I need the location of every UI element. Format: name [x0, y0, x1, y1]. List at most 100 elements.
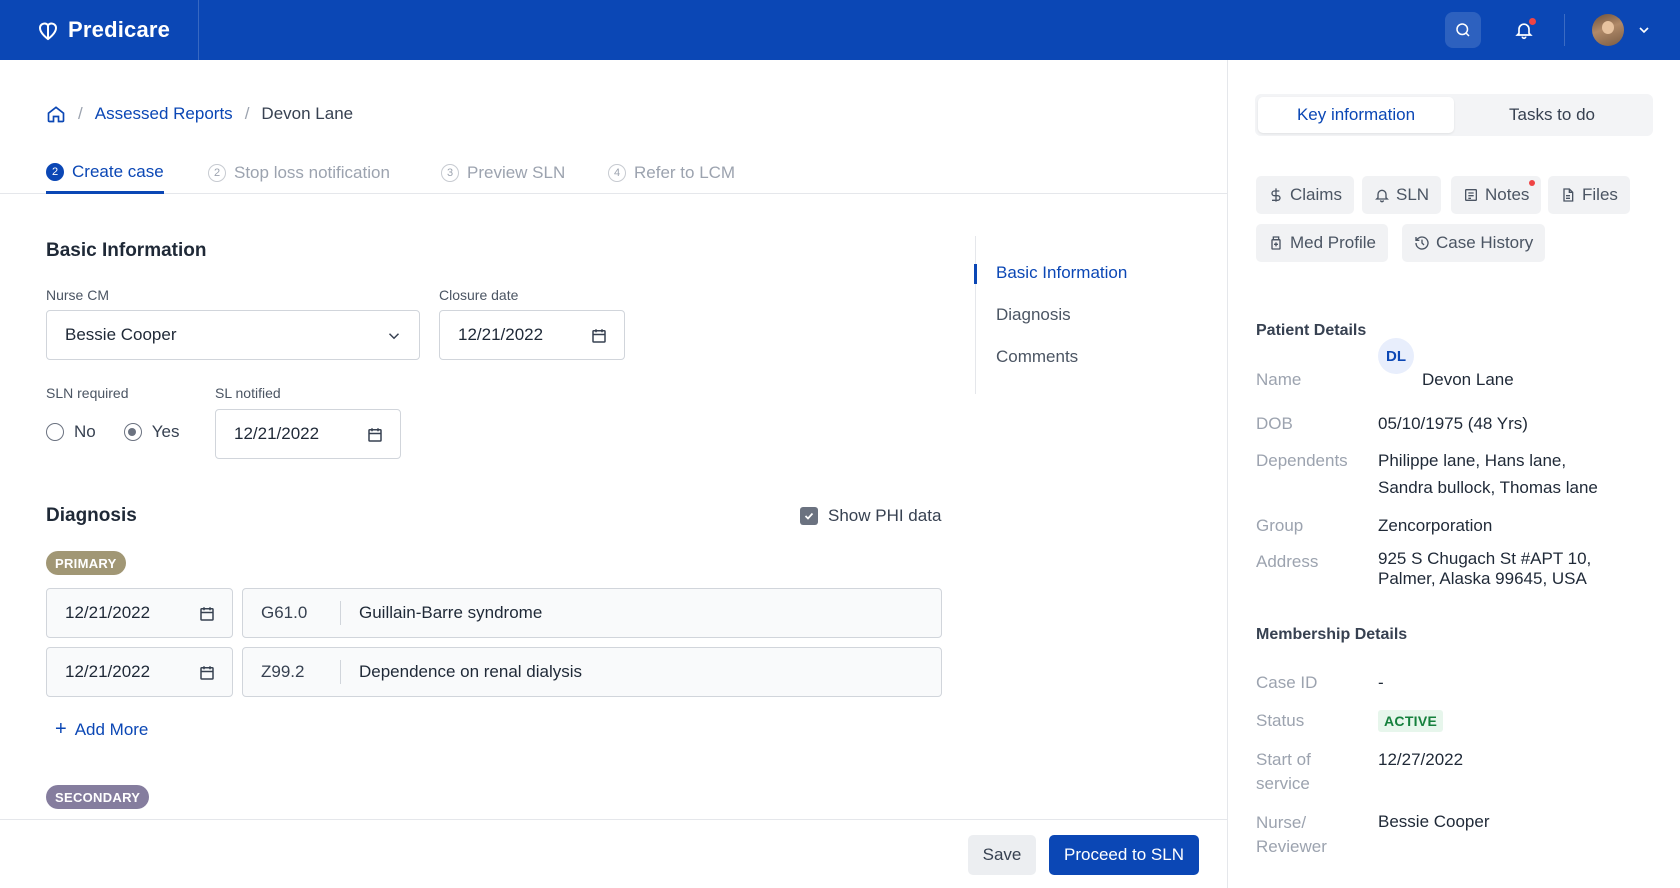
step-label: Create case: [72, 161, 164, 181]
chip-label: SLN: [1396, 185, 1430, 204]
calendar-icon[interactable]: [590, 327, 608, 345]
closure-date-value: 12/21/2022: [458, 325, 544, 344]
toc-diagnosis[interactable]: Diagnosis: [996, 305, 1071, 325]
predicare-logo-icon: [38, 22, 58, 41]
sln-required-label: SLN required: [46, 385, 129, 401]
step-preview-sln[interactable]: 3 Preview SLN: [441, 152, 565, 194]
chip-sln[interactable]: SLN: [1362, 176, 1442, 214]
closure-date-input[interactable]: 12/21/2022: [439, 310, 625, 360]
save-button[interactable]: Save: [968, 835, 1036, 875]
step-create-case[interactable]: 2 Create case: [46, 152, 164, 194]
action-bar: [0, 819, 1227, 888]
nurse-reviewer-label-line-1: Nurse/: [1256, 813, 1307, 832]
dollar-icon: [1271, 188, 1281, 202]
radio-no[interactable]: No: [46, 422, 96, 442]
address-label: Address: [1256, 552, 1319, 571]
patient-group: Zencorporation: [1378, 516, 1493, 535]
show-phi-label[interactable]: Show PHI data: [828, 506, 941, 526]
dob-label: DOB: [1256, 414, 1293, 433]
diagnosis-code-input-1[interactable]: G61.0 Guillain-Barre syndrome: [242, 588, 942, 638]
diagnosis-title: Diagnosis: [46, 505, 137, 526]
panel-tabs: Key information Tasks to do: [1255, 94, 1653, 136]
notifications-button[interactable]: [1506, 12, 1542, 48]
diagnosis-description: Dependence on renal dialysis: [359, 662, 583, 681]
home-icon[interactable]: [46, 104, 66, 124]
case-id-value: -: [1378, 673, 1384, 692]
section-navigation: Basic Information Diagnosis Comments: [974, 236, 1215, 394]
case-id-label: Case ID: [1256, 673, 1318, 692]
basic-information-title: Basic Information: [46, 240, 207, 261]
step-refer-to-lcm[interactable]: 4 Refer to LCM: [608, 152, 735, 194]
closure-date-label: Closure date: [439, 287, 519, 303]
patient-dependents-line-2: Sandra bullock, Thomas lane: [1378, 478, 1598, 497]
med-bottle-icon: [1271, 236, 1281, 250]
nurse-cm-label: Nurse CM: [46, 287, 110, 303]
main-content: / Assessed Reports / Devon Lane 2 Create…: [0, 60, 1227, 888]
start-of-service-value: 12/27/2022: [1378, 750, 1464, 769]
tab-key-information[interactable]: Key information: [1258, 97, 1454, 133]
chevron-down-icon[interactable]: [1636, 22, 1652, 38]
chip-label: Notes: [1485, 185, 1530, 204]
radio-yes-control[interactable]: [123, 423, 142, 441]
breadcrumb-assessed-reports[interactable]: Assessed Reports: [95, 104, 233, 124]
calendar-icon[interactable]: [198, 605, 216, 623]
sl-notified-input[interactable]: 12/21/2022: [215, 409, 401, 459]
diagnosis-date-input-2[interactable]: 12/21/2022: [46, 647, 233, 697]
top-bar: Predicare: [0, 0, 1680, 60]
primary-badge: PRIMARY: [46, 551, 126, 575]
notes-icon: [1465, 189, 1477, 201]
patient-details-title: Patient Details: [1256, 322, 1367, 339]
group-label: Group: [1256, 516, 1304, 535]
patient-address-line-2: Palmer, Alaska 99645, USA: [1378, 569, 1587, 588]
radio-yes[interactable]: Yes: [123, 422, 180, 442]
chip-med-profile[interactable]: Med Profile: [1256, 224, 1388, 262]
nurse-cm-select[interactable]: Bessie Cooper: [46, 310, 420, 360]
chevron-down-icon: [388, 333, 400, 340]
chip-label: Claims: [1290, 185, 1342, 204]
breadcrumb-separator: /: [78, 104, 83, 123]
diagnosis-date-value: 12/21/2022: [65, 662, 151, 681]
chip-claims[interactable]: Claims: [1256, 176, 1354, 214]
chip-case-history[interactable]: Case History: [1402, 224, 1546, 262]
calendar-icon[interactable]: [366, 426, 384, 444]
tab-tasks-to-do[interactable]: Tasks to do: [1454, 97, 1650, 133]
patient-address-line-1: 925 S Chugach St #APT 10,: [1378, 549, 1592, 568]
search-button[interactable]: [1445, 12, 1481, 48]
proceed-to-sln-button[interactable]: Proceed to SLN: [1049, 835, 1199, 875]
chip-label: Med Profile: [1290, 233, 1376, 252]
show-phi-checkbox[interactable]: [800, 507, 818, 525]
chip-label: Case History: [1436, 233, 1534, 252]
diagnosis-date-value: 12/21/2022: [65, 603, 151, 622]
checkmark-icon: [804, 512, 814, 520]
radio-no-label: No: [74, 422, 96, 441]
step-stop-loss-notification[interactable]: 2 Stop loss notification: [208, 152, 390, 194]
step-number: 3: [441, 164, 459, 182]
patient-initials-avatar: DL: [1378, 338, 1414, 374]
diagnosis-date-input-1[interactable]: 12/21/2022: [46, 588, 233, 638]
calendar-icon[interactable]: [198, 664, 216, 682]
patient-name: Devon Lane: [1422, 370, 1514, 389]
start-of-service-label-line-2: service: [1256, 774, 1310, 793]
user-avatar[interactable]: [1592, 14, 1624, 46]
diagnosis-description: Guillain-Barre syndrome: [359, 603, 543, 622]
diagnosis-code-input-2[interactable]: Z99.2 Dependence on renal dialysis: [242, 647, 942, 697]
radio-yes-label: Yes: [151, 422, 180, 441]
logo[interactable]: Predicare: [0, 0, 199, 60]
chip-notes[interactable]: Notes: [1451, 176, 1542, 214]
nurse-reviewer-value: Bessie Cooper: [1378, 812, 1490, 831]
toc-basic-information[interactable]: Basic Information: [996, 263, 1127, 283]
step-number: 2: [208, 164, 226, 182]
chip-files[interactable]: Files: [1548, 176, 1630, 214]
chip-label: Files: [1582, 185, 1618, 204]
patient-dob: 05/10/1975 (48 Yrs): [1378, 414, 1528, 433]
sl-notified-label: SL notified: [215, 385, 281, 401]
nurse-reviewer-label-line-2: Reviewer: [1256, 837, 1327, 856]
file-icon: [1563, 188, 1574, 202]
radio-no-control[interactable]: [46, 423, 64, 441]
plus-icon: +: [55, 718, 67, 740]
divider: [1564, 14, 1565, 46]
app-name: Predicare: [68, 17, 171, 42]
toc-comments[interactable]: Comments: [996, 347, 1078, 367]
secondary-badge: SECONDARY: [46, 785, 150, 809]
add-more-button[interactable]: + Add More: [55, 718, 148, 741]
